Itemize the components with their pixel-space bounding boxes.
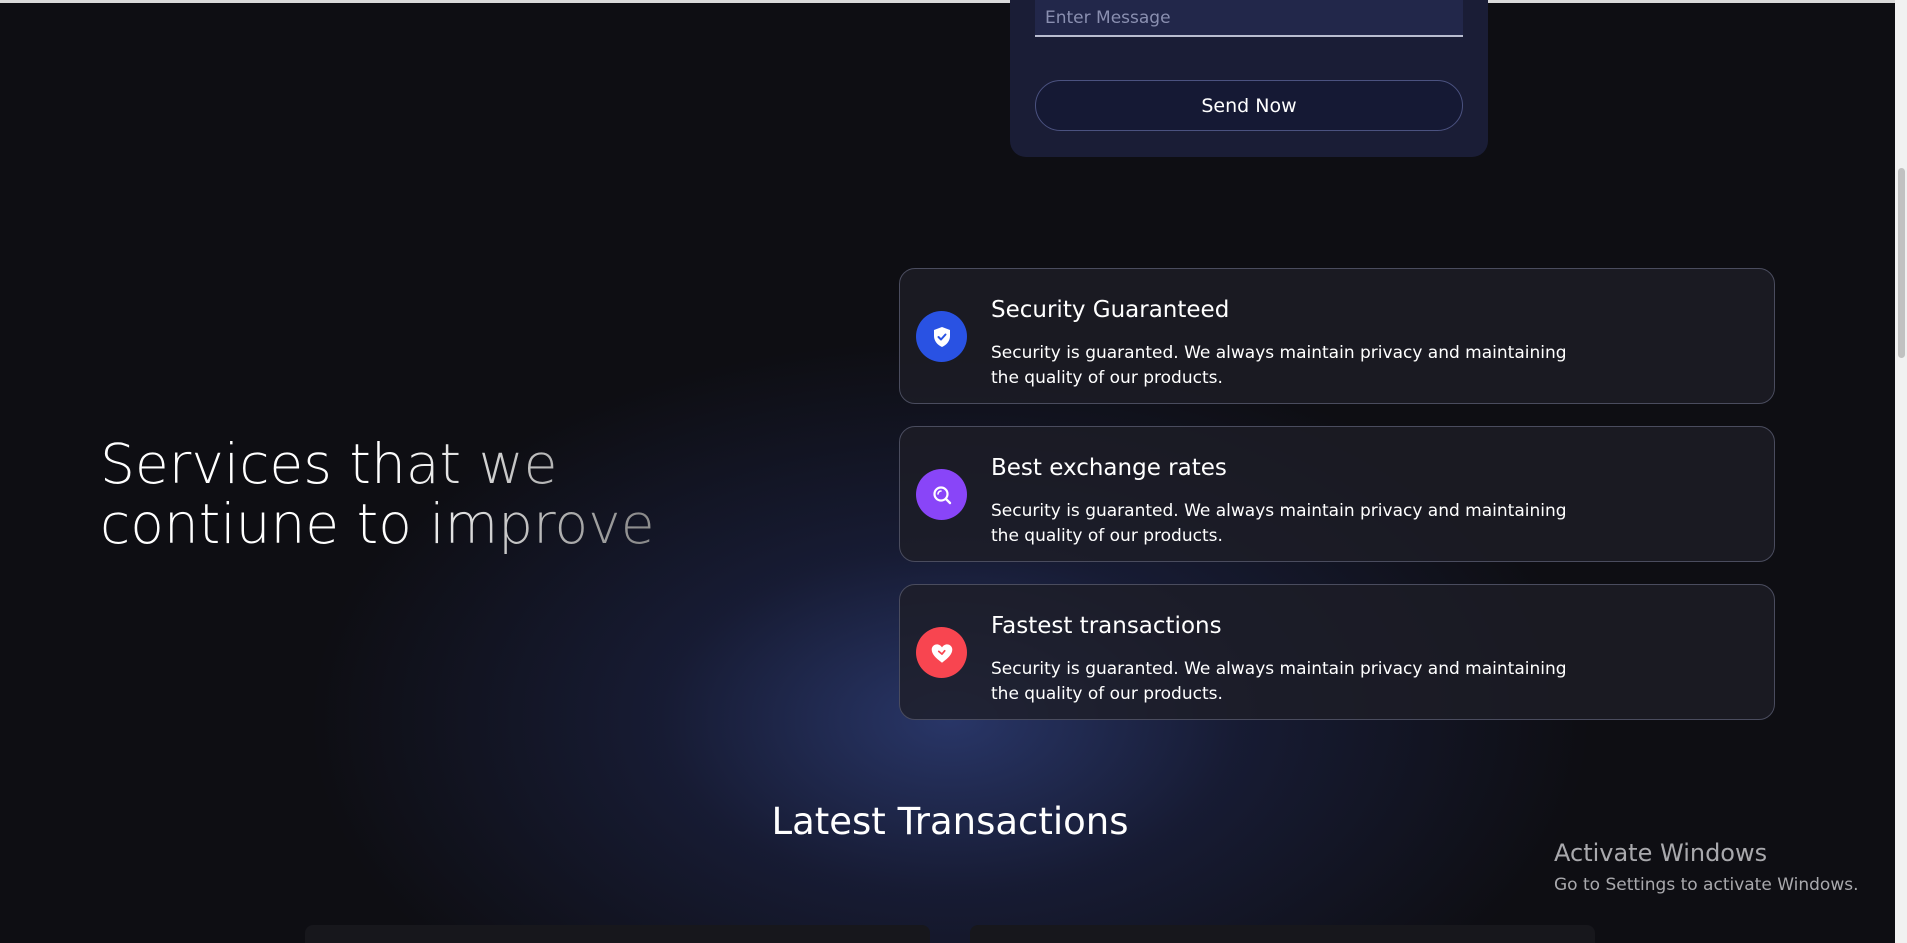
- latest-transactions-heading: Latest Transactions: [771, 800, 1129, 843]
- contact-form-card: Send Now: [1010, 0, 1488, 157]
- service-title: Fastest transactions: [991, 613, 1222, 639]
- services-heading: Services that we contiune to improve: [100, 434, 740, 554]
- service-description: Security is guaranted. We always maintai…: [991, 659, 1567, 704]
- message-input[interactable]: [1035, 0, 1463, 37]
- activate-windows-watermark: Activate Windows Go to Settings to activ…: [1554, 838, 1859, 896]
- vertical-scrollbar[interactable]: [1895, 0, 1907, 943]
- activate-windows-title: Activate Windows: [1554, 839, 1768, 867]
- send-now-button[interactable]: Send Now: [1035, 80, 1463, 131]
- service-card-exchange: Best exchange rates Security is guarante…: [899, 426, 1775, 562]
- service-card-security: Security Guaranteed Security is guarante…: [899, 268, 1775, 404]
- page: Send Now Services that we contiune to im…: [0, 0, 1907, 943]
- search-icon: [916, 469, 967, 520]
- transaction-card[interactable]: [970, 925, 1595, 943]
- service-description: Security is guaranted. We always maintai…: [991, 343, 1567, 388]
- heart-icon: [916, 627, 967, 678]
- service-description: Security is guaranted. We always maintai…: [991, 501, 1567, 546]
- transaction-card[interactable]: [305, 925, 930, 943]
- shield-check-icon: [916, 311, 967, 362]
- scrollbar-thumb[interactable]: [1898, 168, 1905, 358]
- service-title: Best exchange rates: [991, 455, 1227, 481]
- service-title: Security Guaranteed: [991, 297, 1230, 323]
- top-border: [0, 0, 1907, 3]
- service-card-fastest: Fastest transactions Security is guarant…: [899, 584, 1775, 720]
- activate-windows-subtitle: Go to Settings to activate Windows.: [1554, 875, 1859, 895]
